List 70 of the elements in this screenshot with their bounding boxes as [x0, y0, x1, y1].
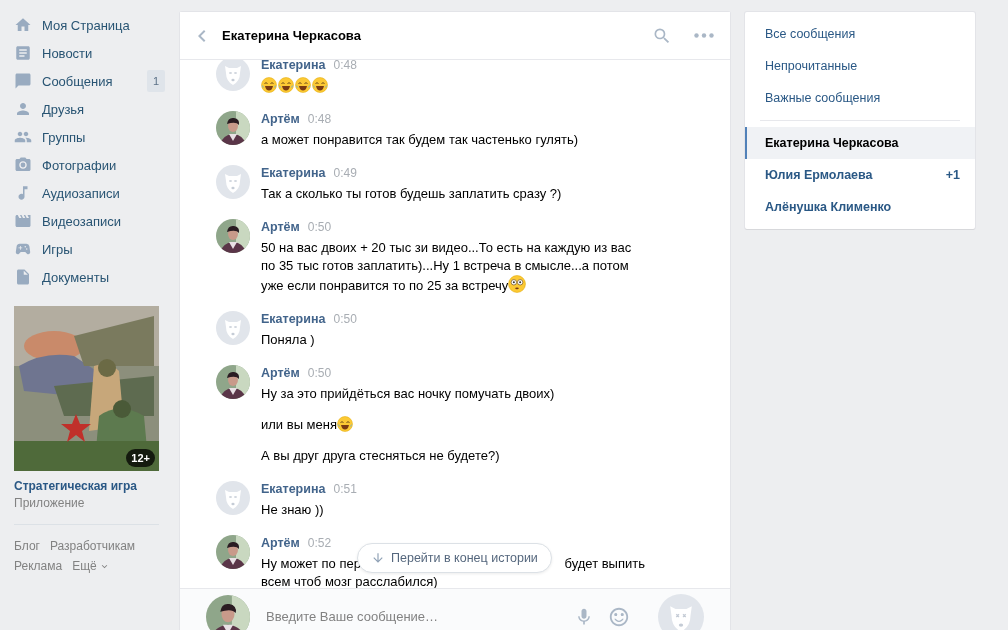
message-time: 0:49 — [333, 165, 357, 181]
author-name[interactable]: Артём — [261, 365, 300, 381]
author-name[interactable]: Екатерина — [261, 311, 326, 327]
message-time: 0:50 — [307, 219, 332, 235]
laughing-emoji-icon — [336, 416, 353, 432]
nav-item[interactable]: Игры — [14, 235, 165, 263]
arrow-down-icon — [371, 551, 385, 565]
nav-item[interactable]: Группы — [14, 123, 165, 151]
nav-icon — [14, 100, 32, 118]
default-avatar-icon — [216, 165, 250, 199]
nav-item[interactable]: Аудиозаписи — [14, 179, 165, 207]
more-icon — [694, 33, 714, 38]
message-time: 0:48 — [333, 57, 357, 73]
nav-item[interactable]: Моя Страница — [14, 11, 165, 39]
default-avatar-icon — [216, 481, 250, 515]
message-text: всем чтоб мозг расслабился) — [261, 574, 438, 588]
message-text: Так а сколько ты готов будешь заплатить сразу ?) — [261, 186, 562, 201]
dialog-item[interactable]: Алёнушка Клименко — [745, 191, 975, 223]
message-time: 0:48 — [307, 111, 332, 127]
laughing-emoji-icon — [261, 77, 277, 93]
message-text: по 35 тыс готов заплатить)...Ну 1 встреча в смысле...а потом — [261, 258, 629, 273]
message-time: 0:50 — [307, 365, 332, 381]
message-text: Поняла ) — [261, 332, 315, 347]
nav-item[interactable]: Видеозаписи — [14, 207, 165, 235]
laughing-emoji-icon — [312, 77, 328, 93]
message-text: уже если понравится то по 25 за встречу — [261, 278, 509, 293]
author-name[interactable]: Екатерина — [261, 481, 326, 497]
message-time: 0:52 — [307, 535, 332, 551]
nav-icon — [14, 268, 32, 286]
author-name[interactable]: Екатерина — [261, 165, 326, 181]
message-text: а может понравится так будем так частенько гулять) — [261, 132, 579, 147]
unread-count: 1 — [146, 70, 165, 92]
author-name[interactable]: Артём — [261, 535, 300, 551]
message-text: А вы друг друга стесняться не будете?) — [261, 448, 500, 463]
default-avatar-icon — [216, 311, 250, 345]
nav-icon — [14, 212, 32, 230]
message-text: 50 на вас двоих + 20 тыс зи видео...То есть на каждую из вас — [261, 240, 632, 255]
dialog-item[interactable]: Юлия Ермолаева +1 — [745, 159, 975, 191]
filter-link[interactable]: Важные сообщения — [745, 82, 975, 114]
more-button[interactable] — [694, 33, 714, 38]
nav-item[interactable]: Документы — [14, 263, 165, 291]
app-title[interactable]: Стратегическая игра — [14, 479, 159, 493]
author-name[interactable]: Артём — [261, 111, 300, 127]
nav-item[interactable]: Сообщения 1 — [14, 67, 165, 95]
chat-title: Екатерина Черкасова — [221, 28, 362, 43]
flushed-emoji-icon — [508, 275, 527, 293]
message-text: Ну за это прийдёться вас ночку помучать двоих) — [261, 386, 555, 401]
dialog-item[interactable]: Екатерина Черкасова — [745, 127, 975, 159]
message-time: 0:51 — [333, 481, 357, 497]
nav-icon — [14, 156, 32, 174]
nav-item[interactable]: Новости — [14, 39, 165, 67]
laughing-emoji-icon — [278, 77, 294, 93]
emoji-button[interactable] — [608, 605, 630, 628]
smiley-icon — [608, 605, 630, 628]
message-time: 0:50 — [333, 311, 357, 327]
author-name[interactable]: Екатерина — [261, 57, 326, 73]
author-name[interactable]: Артём — [261, 219, 300, 235]
filter-link[interactable]: Все сообщения — [745, 18, 975, 50]
filter-link[interactable]: Непрочитанные — [745, 50, 975, 82]
app-subtitle: Приложение — [14, 496, 86, 510]
unread-count: +1 — [945, 167, 960, 184]
nav-icon — [14, 44, 32, 62]
message-text: будет выпить — [564, 555, 645, 573]
nav-icon — [14, 16, 32, 34]
nav-item[interactable]: Фотографии — [14, 151, 165, 179]
nav-icon — [14, 72, 32, 90]
message-text: или вы меня — [261, 417, 337, 432]
laughing-emoji-icon — [295, 77, 311, 93]
message-text: Не знаю )) — [261, 502, 324, 517]
nav-item[interactable]: Друзья — [14, 95, 165, 123]
